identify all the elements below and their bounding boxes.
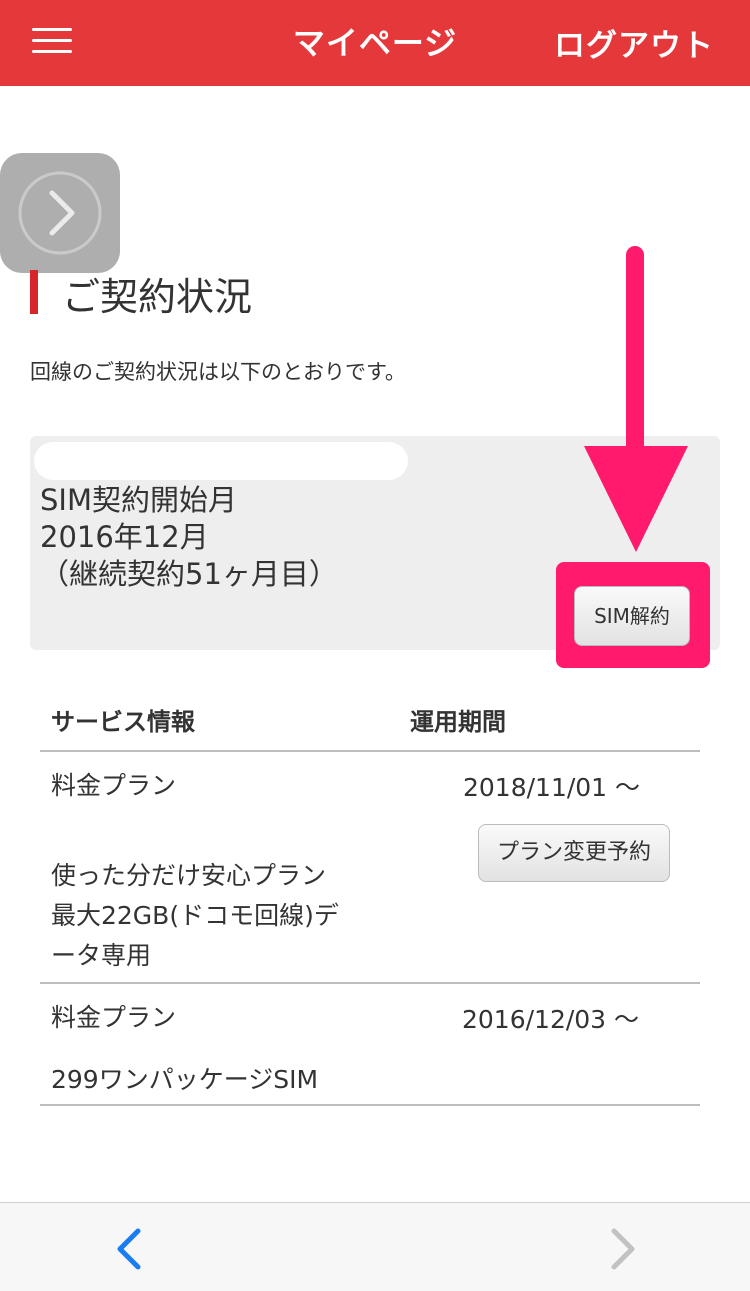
divider <box>40 1104 700 1106</box>
chevron-left-icon[interactable] <box>112 1227 146 1271</box>
hamburger-icon[interactable] <box>28 22 76 62</box>
contract-start-label: SIM契約開始月 <box>40 483 237 517</box>
contract-duration: （継続契約51ヶ月目） <box>40 557 338 591</box>
section-description: 回線のご契約状況は以下のとおりです。 <box>30 360 406 384</box>
row2-category: 料金プラン <box>51 1003 177 1032</box>
page: マイページ ログアウト ご契約状況 回線のご契約状況は以下のとおりです。 SIM… <box>0 0 750 1291</box>
redacted-phone-number <box>34 442 408 480</box>
logout-button[interactable]: ログアウト <box>554 20 714 65</box>
section-title: ご契約状況 <box>62 275 253 319</box>
row2-plan-line: 299ワンパッケージSIM <box>51 1065 319 1094</box>
period-header: 運用期間 <box>410 708 506 736</box>
row1-category: 料金プラン <box>51 771 177 800</box>
row2-period: 2016/12/03 〜 <box>462 1005 640 1034</box>
floating-back-button[interactable] <box>0 153 120 273</box>
service-header: サービス情報 <box>51 708 195 736</box>
sim-cancel-button[interactable]: SIM解約 <box>574 586 690 646</box>
chevron-right-icon <box>18 171 102 255</box>
divider <box>40 982 700 984</box>
section-accent-bar <box>30 270 38 314</box>
app-header: マイページ ログアウト <box>0 0 750 86</box>
annotation-arrow-icon <box>584 246 688 552</box>
row1-plan-line: 最大22GB(ドコモ回線)デ <box>51 901 339 930</box>
browser-toolbar <box>0 1202 750 1291</box>
row1-period: 2018/11/01 〜 <box>463 773 641 802</box>
row1-plan-line: ータ専用 <box>51 941 152 970</box>
chevron-right-icon[interactable] <box>606 1227 640 1271</box>
divider <box>40 750 700 752</box>
row1-plan-line: 使った分だけ安心プラン <box>51 861 327 890</box>
contract-start-month: 2016年12月 <box>40 520 209 554</box>
plan-change-reservation-button[interactable]: プラン変更予約 <box>478 824 670 882</box>
